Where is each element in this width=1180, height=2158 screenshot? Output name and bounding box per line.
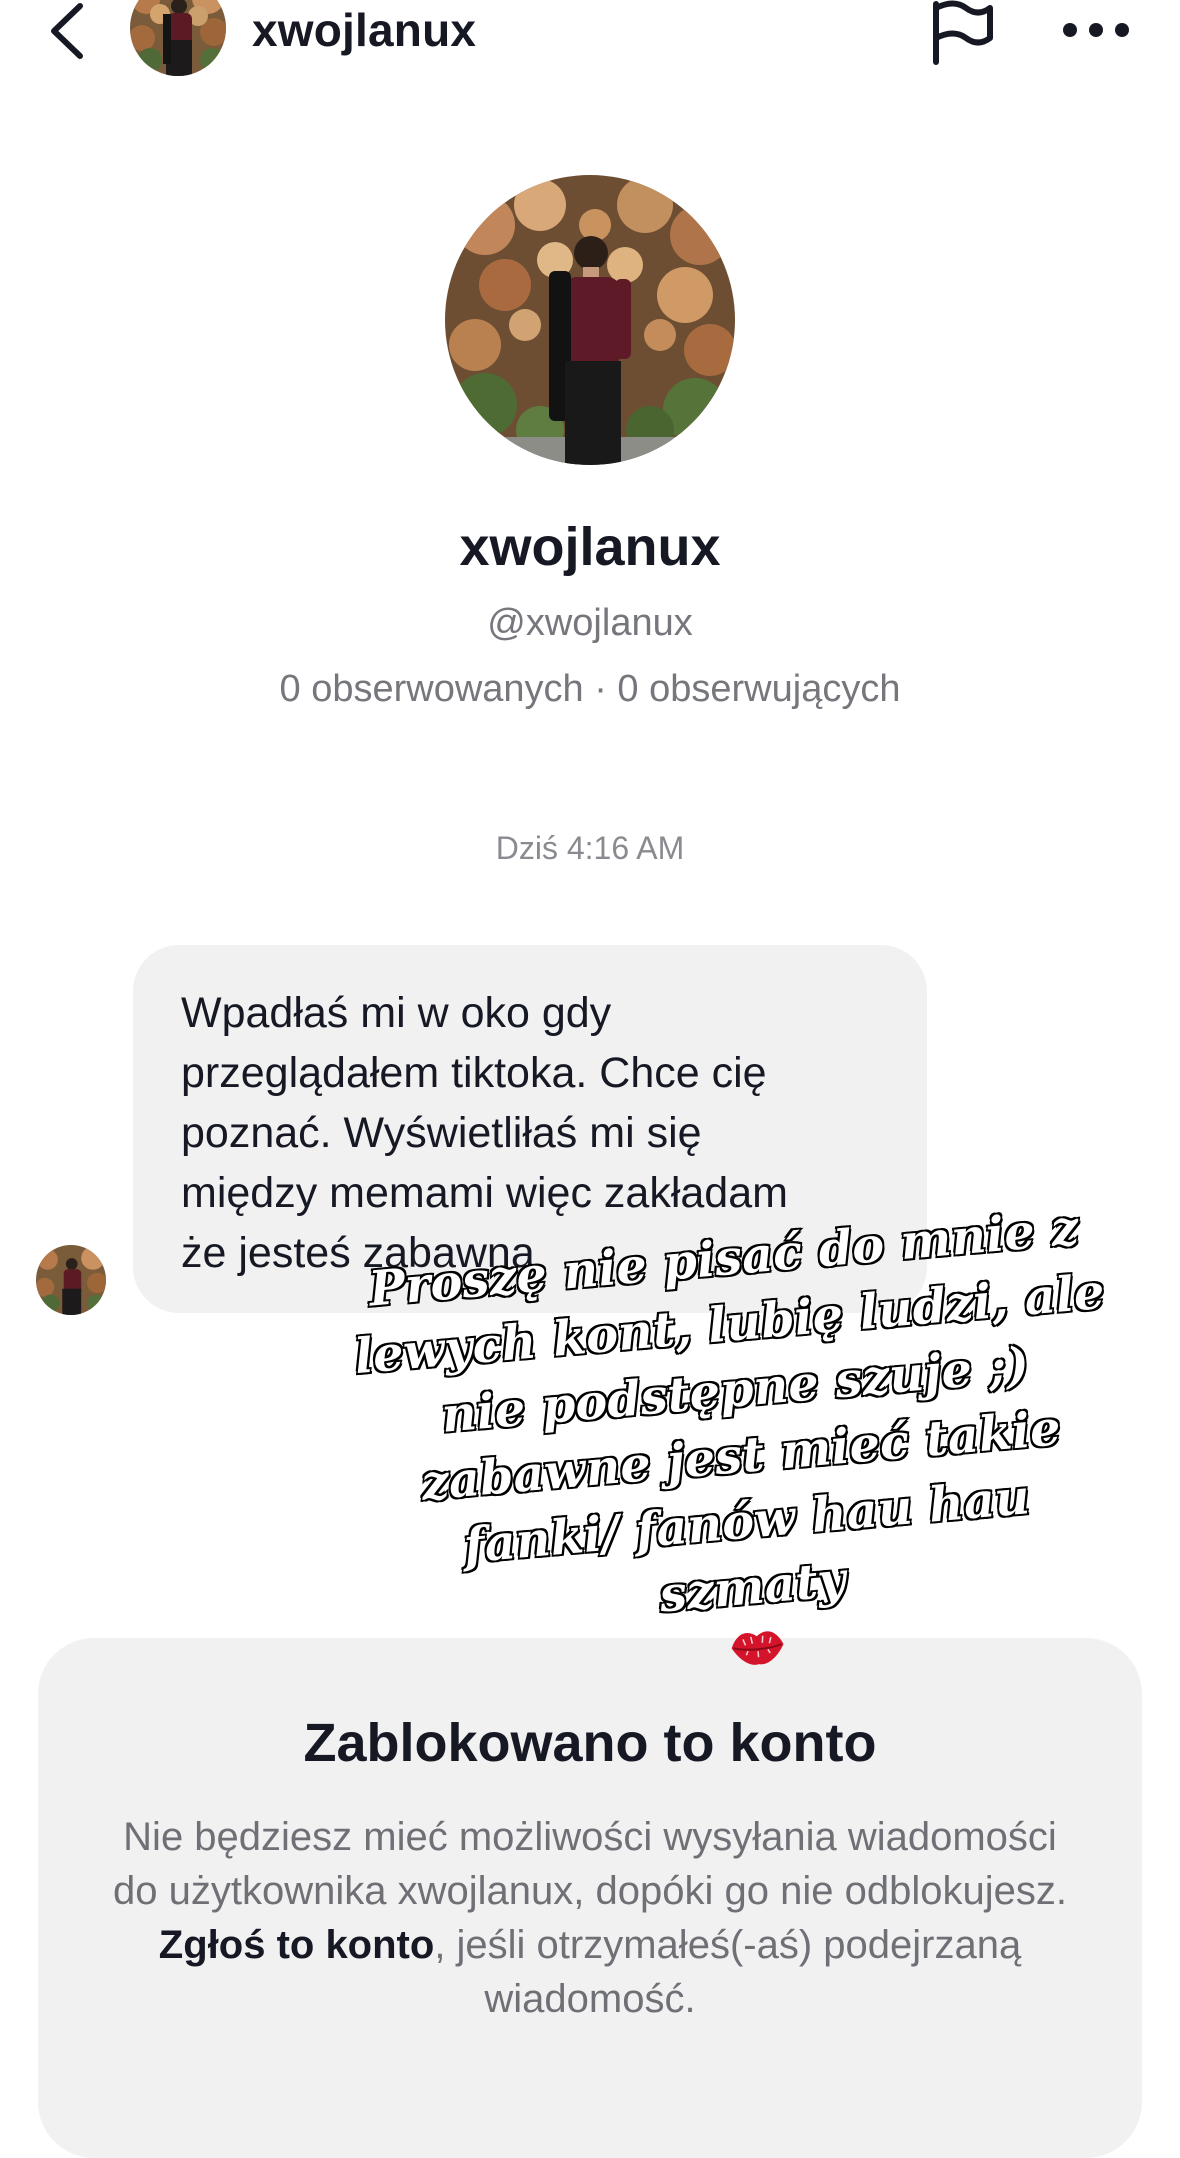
flag-icon: [933, 0, 993, 65]
ellipsis-horizontal-icon: [1063, 23, 1129, 37]
header-username[interactable]: xwojlanux: [252, 2, 476, 58]
avatar-image: [36, 1245, 106, 1315]
chat-header: xwojlanux: [0, 0, 1180, 76]
profile-follow-stats: 0 obserwowanych · 0 obserwujących: [279, 668, 901, 710]
avatar-image: [130, 0, 226, 76]
message-text: Wpadłaś mi w oko gdy przeglądałem tiktok…: [181, 989, 788, 1277]
profile-display-name: xwojlanux: [459, 517, 721, 577]
profile-avatar[interactable]: [445, 175, 735, 465]
chevron-left-icon: [51, 3, 83, 59]
blocked-description-prefix: Nie będziesz mieć możliwości wysyłania w…: [113, 1815, 1067, 1913]
profile-photo: [445, 175, 735, 465]
report-account-link[interactable]: Zgłoś to konto: [159, 1923, 435, 1967]
blocked-title: Zablokowano to konto: [303, 1713, 877, 1773]
message-sender-avatar[interactable]: [36, 1245, 106, 1315]
message-bubble[interactable]: Wpadłaś mi w oko gdy przeglądałem tiktok…: [133, 945, 927, 1313]
profile-handle: @xwojlanux: [487, 602, 693, 644]
blocked-description: Nie będziesz mieć możliwości wysyłania w…: [100, 1810, 1080, 2026]
back-button[interactable]: [38, 0, 94, 62]
message-timestamp: Dziś 4:16 AM: [495, 830, 685, 866]
blocked-description-suffix: , jeśli otrzymałeś(-aś) podejrzaną wiado…: [434, 1923, 1022, 2021]
report-flag-button[interactable]: [928, 0, 998, 66]
header-avatar[interactable]: [130, 0, 226, 76]
more-options-button[interactable]: [1060, 12, 1132, 48]
